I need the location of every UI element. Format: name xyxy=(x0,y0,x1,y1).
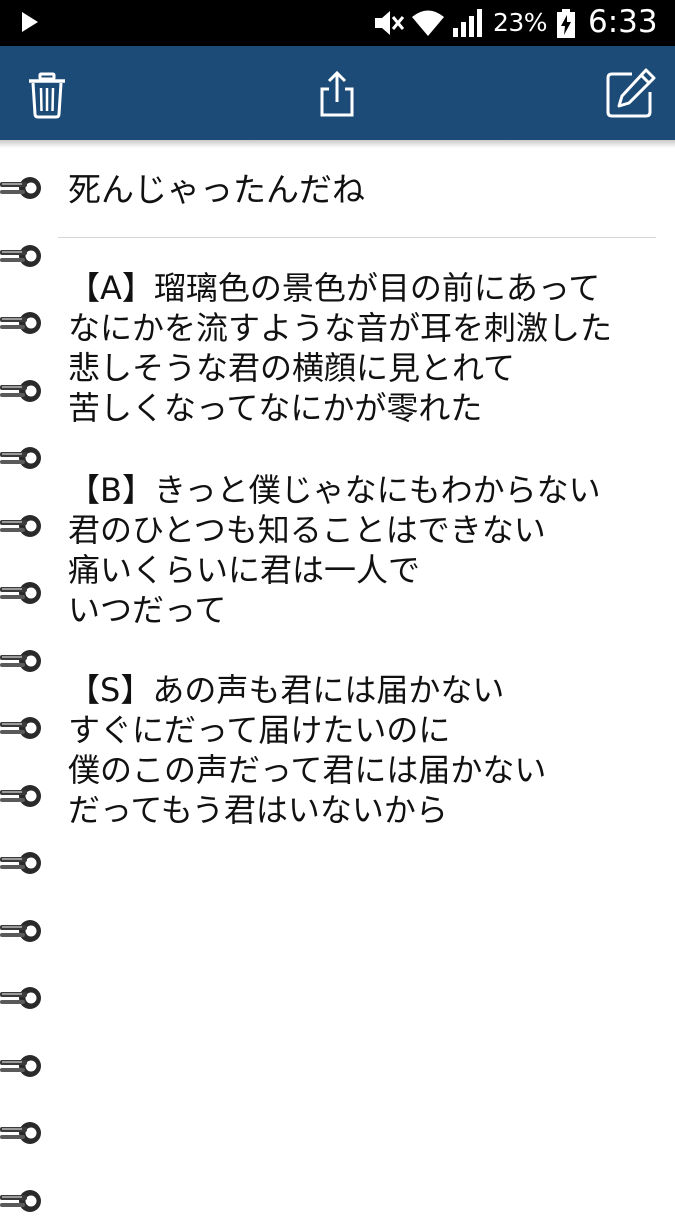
binding-ring-icon xyxy=(0,852,41,874)
share-button[interactable] xyxy=(307,64,367,124)
battery-charging-icon xyxy=(557,9,575,38)
play-icon xyxy=(22,12,38,32)
lyric-line: 君のひとつも知ることはできない xyxy=(68,511,546,549)
battery-percent: 23% xyxy=(493,8,548,37)
lyric-line: 【B】きっと僕じゃなにもわからない xyxy=(68,471,601,509)
title-divider xyxy=(58,237,656,238)
edit-button[interactable] xyxy=(600,64,660,124)
binding-ring-icon xyxy=(0,379,41,402)
binding-ring-icon xyxy=(0,177,41,199)
binding-ring-icon xyxy=(0,1054,41,1077)
lyric-line: 悲しそうな君の横顔に見とれて xyxy=(68,349,516,387)
stanza-a[interactable]: 【A】瑠璃色の景色が目の前にあって なにかを流すような音が耳を刺激した 悲しそう… xyxy=(68,268,668,428)
binding-ring-icon xyxy=(0,1122,41,1144)
wifi-icon xyxy=(412,10,444,36)
notebook-binding xyxy=(0,148,56,1212)
trash-icon xyxy=(29,72,65,119)
binding-ring-icon xyxy=(0,447,41,469)
lyric-line: 【A】瑠璃色の景色が目の前にあって xyxy=(68,269,601,307)
binding-ring-icon xyxy=(0,649,41,672)
toolbar-shadow xyxy=(0,140,675,148)
status-bar: 23% 6:33 xyxy=(0,0,675,46)
lyric-line: すぐにだって届けたいのに xyxy=(68,711,451,749)
binding-ring-icon xyxy=(0,312,41,334)
note-title[interactable]: 死んじゃったんだね xyxy=(68,166,365,214)
lyric-line: いつだって xyxy=(68,591,227,629)
stanza-b[interactable]: 【B】きっと僕じゃなにもわからない 君のひとつも知ることはできない 痛いくらいに… xyxy=(68,470,668,630)
binding-ring-icon xyxy=(0,987,41,1009)
binding-ring-icon xyxy=(0,514,41,537)
share-icon xyxy=(320,70,354,117)
binding-ring-icon xyxy=(0,784,41,807)
binding-ring-icon xyxy=(0,1189,41,1212)
lyric-line: 痛いくらいに君は一人で xyxy=(68,551,421,589)
lyric-line: 僕のこの声だって君には届かない xyxy=(68,751,547,789)
lyric-line: 【S】あの声も君には届かない xyxy=(68,671,505,709)
binding-ring-icon xyxy=(0,717,41,739)
mute-icon xyxy=(375,11,404,35)
lyric-line: だってもう君はいないから xyxy=(68,791,448,829)
lyric-line: 苦しくなってなにかが零れた xyxy=(68,389,483,427)
delete-button[interactable] xyxy=(20,64,80,124)
binding-ring-icon xyxy=(0,919,41,942)
note-toolbar xyxy=(0,46,675,140)
lyric-line: なにかを流すような音が耳を刺激した xyxy=(68,309,613,347)
edit-icon xyxy=(606,68,656,118)
stanza-s[interactable]: 【S】あの声も君には届かない すぐにだって届けたいのに 僕のこの声だって君には届… xyxy=(68,670,668,830)
binding-ring-icon xyxy=(0,582,41,604)
clock: 6:33 xyxy=(588,4,658,40)
binding-ring-icon xyxy=(0,244,41,267)
signal-icon xyxy=(453,9,482,37)
